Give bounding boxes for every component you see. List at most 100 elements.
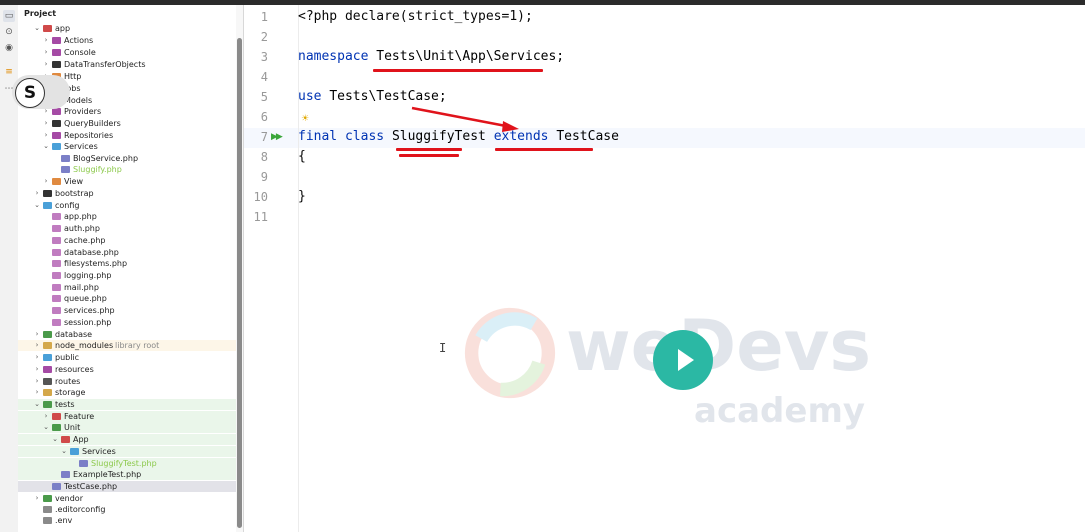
chevron-right-icon[interactable]: › <box>42 411 50 422</box>
tree-row-unit[interactable]: ⌄ Unit <box>18 422 238 433</box>
tree-item-label: App <box>73 435 89 444</box>
chevron-right-icon[interactable]: › <box>33 387 41 398</box>
tree-item-label: Http <box>64 72 82 81</box>
chevron-down-icon[interactable]: ⌄ <box>33 23 41 34</box>
chevron-down-icon[interactable]: ⌄ <box>42 422 50 433</box>
play-button[interactable] <box>653 330 713 390</box>
php-file-icon <box>52 483 61 490</box>
tree-item-label: Providers <box>64 107 102 116</box>
chevron-down-icon[interactable]: ⌄ <box>42 141 50 152</box>
structure-icon[interactable]: ≡ <box>3 66 15 78</box>
project-icon[interactable]: ▭ <box>3 10 15 22</box>
chevron-right-icon[interactable]: › <box>42 59 50 70</box>
tree-row-services-tests[interactable]: ⌄ Services <box>18 446 238 457</box>
tree-item-label: database <box>55 330 93 339</box>
chevron-right-icon[interactable]: › <box>42 47 50 58</box>
tree-row-vendor[interactable]: › vendor <box>18 493 238 504</box>
chevron-right-icon[interactable]: › <box>33 340 41 351</box>
tree-row-exampletest[interactable]: ExampleTest.php <box>18 469 238 480</box>
tree-item-label: Feature <box>64 412 95 421</box>
tree-row-blogservice[interactable]: BlogService.php <box>18 153 238 164</box>
chevron-right-icon[interactable]: › <box>42 35 50 46</box>
folder-icon <box>52 49 61 56</box>
github-icon[interactable]: ◉ <box>3 42 15 54</box>
folder-icon <box>43 401 52 408</box>
tree-row-actions[interactable]: › Actions <box>18 35 238 46</box>
tree-row-node-modules[interactable]: › node_modules library root <box>18 340 238 351</box>
tree-row-database[interactable]: › database <box>18 329 238 340</box>
tree-row-mail-config[interactable]: mail.php <box>18 282 238 293</box>
folder-icon <box>52 61 61 68</box>
watermark-logo <box>464 307 556 399</box>
tree-row-editorconfig[interactable]: .editorconfig <box>18 504 238 515</box>
chevron-down-icon[interactable]: ⌄ <box>33 399 41 410</box>
tree-item-label: Services <box>82 447 116 456</box>
tree-row-storage[interactable]: › storage <box>18 387 238 398</box>
tree-row-querybuilders[interactable]: › QueryBuilders <box>18 118 238 129</box>
watermark-title: weDevs <box>566 305 872 387</box>
tree-row-database-config[interactable]: database.php <box>18 247 238 258</box>
chevron-right-icon[interactable]: › <box>33 364 41 375</box>
tree-row-testcase[interactable]: TestCase.php <box>18 481 238 492</box>
tree-row-queue-config[interactable]: queue.php <box>18 293 238 304</box>
commit-icon[interactable]: ⊙ <box>3 26 15 38</box>
folder-icon <box>43 331 52 338</box>
config-file-icon <box>52 249 61 256</box>
folder-icon <box>61 436 70 443</box>
tree-row-public[interactable]: › public <box>18 352 238 363</box>
recording-avatar[interactable]: S <box>15 78 45 108</box>
php-file-icon <box>61 155 70 162</box>
tree-item-label: Unit <box>64 423 81 432</box>
chevron-down-icon[interactable]: ⌄ <box>60 446 68 457</box>
tree-row-logging-config[interactable]: logging.php <box>18 270 238 281</box>
tree-row-datatransferobjects[interactable]: › DataTransferObjects <box>18 59 238 70</box>
chevron-right-icon[interactable]: › <box>33 352 41 363</box>
folder-icon <box>43 366 52 373</box>
file-icon <box>43 517 52 524</box>
chevron-right-icon[interactable]: › <box>33 329 41 340</box>
tree-row-env[interactable]: .env <box>18 515 238 526</box>
chevron-right-icon[interactable]: › <box>42 176 50 187</box>
folder-icon <box>52 178 61 185</box>
tree-item-label: View <box>64 177 83 186</box>
tree-item-label: Sluggify.php <box>73 165 122 174</box>
chevron-down-icon[interactable]: ⌄ <box>51 434 59 445</box>
tree-row-services[interactable]: ⌄ Services <box>18 141 238 152</box>
chevron-right-icon[interactable]: › <box>33 493 41 504</box>
tree-row-resources[interactable]: › resources <box>18 364 238 375</box>
config-file-icon <box>52 295 61 302</box>
folder-icon <box>43 190 52 197</box>
chevron-right-icon[interactable]: › <box>33 188 41 199</box>
tree-row-app-tests[interactable]: ⌄ App <box>18 434 238 445</box>
tree-row-view[interactable]: › View <box>18 176 238 187</box>
tree-item-label: .editorconfig <box>55 505 106 514</box>
project-panel-title[interactable]: Project <box>24 9 56 18</box>
chevron-right-icon[interactable]: › <box>42 118 50 129</box>
chevron-down-icon[interactable]: ⌄ <box>33 200 41 211</box>
chevron-right-icon[interactable]: › <box>33 376 41 387</box>
tree-row-repositories[interactable]: › Repositories <box>18 130 238 141</box>
code-editor[interactable]: 1 2 3 4 5 6 7 8 9 10 11 ▶▶ ☀ <?php decla… <box>244 5 1085 532</box>
tree-row-console[interactable]: › Console <box>18 47 238 58</box>
tree-row-tests[interactable]: ⌄ tests <box>18 399 238 410</box>
tree-item-label: config <box>55 201 80 210</box>
tree-row-session-config[interactable]: session.php <box>18 317 238 328</box>
tree-row-sluggifytest[interactable]: SluggifyTest.php <box>18 458 238 469</box>
tree-row-config[interactable]: ⌄ config <box>18 200 238 211</box>
tree-row-filesystems-config[interactable]: filesystems.php <box>18 258 238 269</box>
tree-row-sluggify[interactable]: Sluggify.php <box>18 164 238 175</box>
tree-row-auth-config[interactable]: auth.php <box>18 223 238 234</box>
tree-row-feature[interactable]: › Feature <box>18 411 238 422</box>
tree-row-bootstrap[interactable]: › bootstrap <box>18 188 238 199</box>
tree-row-app-config[interactable]: app.php <box>18 211 238 222</box>
config-file-icon <box>52 284 61 291</box>
tree-item-label: Repositories <box>64 131 114 140</box>
tree-row-routes[interactable]: › routes <box>18 376 238 387</box>
project-scrollbar-thumb[interactable] <box>237 38 242 528</box>
chevron-right-icon[interactable]: › <box>42 130 50 141</box>
tree-row-cache-config[interactable]: cache.php <box>18 235 238 246</box>
annotation-arrow <box>411 106 519 132</box>
tree-row-services-config[interactable]: services.php <box>18 305 238 316</box>
tree-item-label: DataTransferObjects <box>64 60 146 69</box>
tree-row-app[interactable]: ⌄ app <box>18 23 238 34</box>
